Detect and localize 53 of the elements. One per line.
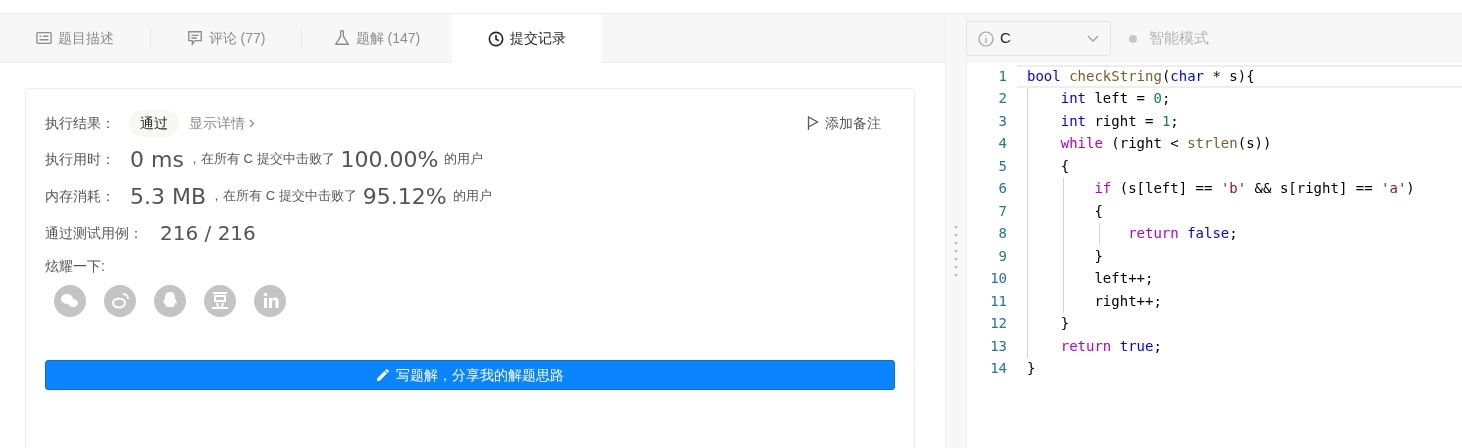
code-line: } [1093, 246, 1103, 266]
drag-handle-icon[interactable] [954, 225, 958, 277]
penguin-icon[interactable] [154, 285, 186, 317]
swirl-icon[interactable] [104, 285, 136, 317]
code-line: left++; [1093, 269, 1154, 289]
tab-icon [186, 30, 203, 46]
tests-label: 通过测试用例： [45, 223, 144, 243]
code-line: if (s[left] == 'b' && s[right] == 'a') [1093, 179, 1415, 199]
tests-value: 216 / 216 [160, 220, 256, 247]
code-line: return true; [1059, 336, 1162, 356]
chat-bubbles-icon[interactable] [54, 285, 86, 317]
tab[interactable]: 题目描述 [0, 13, 150, 63]
chevron-down-icon [1087, 35, 1099, 42]
stat-percent: 100.00% [340, 145, 439, 174]
chevron-right-icon [249, 118, 255, 128]
stat-label: 内存消耗： [45, 186, 116, 206]
code-line: } [1059, 314, 1070, 334]
bean-icon[interactable] [204, 285, 236, 317]
code-line: int right = 1; [1059, 111, 1179, 131]
tab[interactable]: 评论 (77) [151, 13, 301, 63]
code-line: { [1093, 201, 1103, 221]
share-label: 炫耀一下: [45, 257, 105, 276]
stat-text: ，在所有 C 提交中击败了 [187, 150, 335, 169]
flag-icon [807, 115, 819, 131]
code-line: { [1059, 156, 1070, 176]
code-line: int left = 0; [1059, 89, 1171, 109]
code-line: while (right < strlen(s)) [1059, 134, 1272, 154]
write-solution-button[interactable]: 写题解，分享我的解题思路 [45, 360, 895, 390]
network-icon[interactable] [254, 285, 286, 317]
stat-suffix: 的用户 [452, 187, 492, 206]
code-line: } [1027, 359, 1036, 379]
stat-value: 0 ms [130, 145, 184, 174]
tab-icon [36, 30, 52, 46]
info-icon [978, 30, 994, 47]
status-badge: 通过 [129, 109, 179, 137]
code-line: return false; [1127, 224, 1238, 244]
result-label: 执行结果： [45, 113, 116, 133]
stat-text: ，在所有 C 提交中击败了 [210, 187, 357, 206]
tab[interactable]: 题解 (147) [302, 13, 452, 63]
details-link[interactable]: 显示详情 [189, 112, 255, 134]
tab[interactable]: 提交记录 [452, 14, 602, 63]
stat-percent: 95.12% [362, 182, 447, 211]
pencil-icon [376, 368, 390, 382]
add-note-button[interactable]: 添加备注 [807, 112, 881, 134]
tab-icon [488, 30, 504, 47]
stat-value: 5.3 MB [130, 182, 207, 211]
stat-suffix: 的用户 [444, 150, 484, 169]
stat-label: 执行用时： [45, 149, 116, 169]
code-line: right++; [1093, 291, 1162, 311]
tab-icon [333, 30, 350, 46]
mode-label: 智能模式 [1149, 28, 1209, 49]
language-select[interactable]: C [966, 21, 1111, 56]
code-line: bool checkString(char * s){ [1027, 66, 1255, 86]
